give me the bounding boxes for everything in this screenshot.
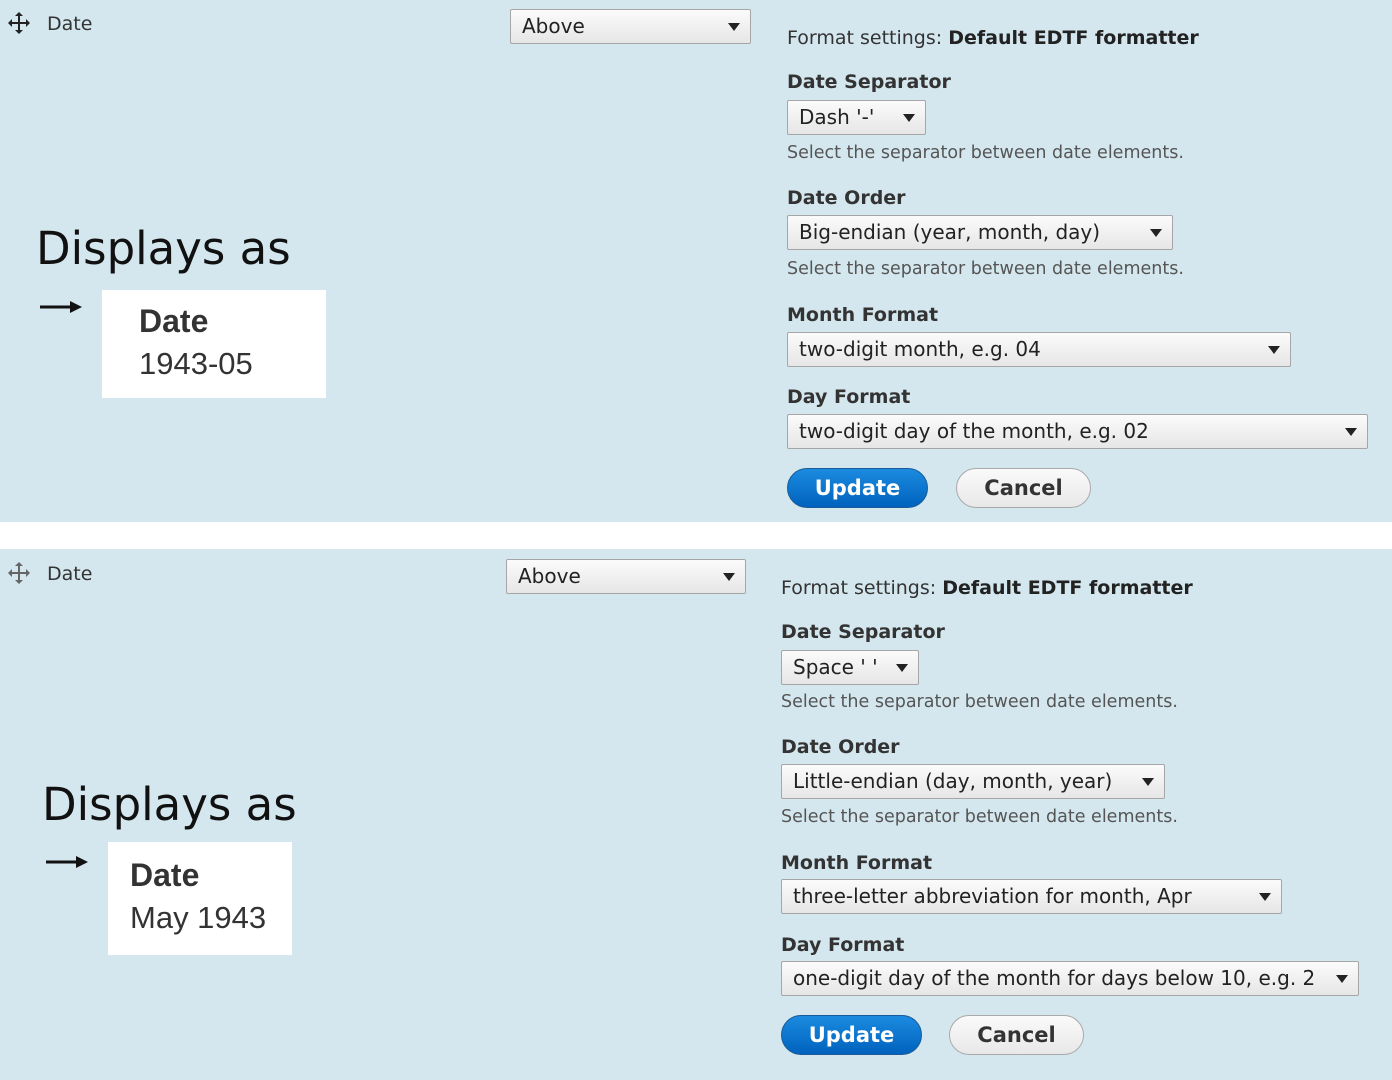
month-format-value: three-letter abbreviation for month, Apr xyxy=(793,884,1192,908)
update-button[interactable]: Update xyxy=(787,468,928,508)
month-format-select[interactable]: three-letter abbreviation for month, Apr xyxy=(781,879,1282,914)
date-order-value: Little-endian (day, month, year) xyxy=(793,769,1113,793)
cancel-button[interactable]: Cancel xyxy=(949,1015,1084,1055)
date-separator-value: Space ' ' xyxy=(793,655,878,679)
month-format-label: Month Format xyxy=(787,304,939,326)
day-format-select[interactable]: two-digit day of the month, e.g. 02 xyxy=(787,414,1368,449)
display-preview: Date 1943-05 xyxy=(102,290,326,398)
update-button[interactable]: Update xyxy=(781,1015,922,1055)
date-order-description: Select the separator between date elemen… xyxy=(781,807,1178,827)
date-separator-select[interactable]: Dash '-' xyxy=(787,100,926,135)
formatter-name: Default EDTF formatter xyxy=(942,577,1193,599)
format-settings-summary: Format settings: Default EDTF formatter xyxy=(781,577,1193,599)
date-separator-label: Date Separator xyxy=(787,71,951,93)
label-display-value: Above xyxy=(522,14,585,38)
format-settings-summary: Format settings: Default EDTF formatter xyxy=(787,27,1199,49)
field-row-1: Date Above Format settings: Default EDTF… xyxy=(0,0,1392,522)
label-display-select[interactable]: Above xyxy=(506,559,746,594)
caret-down-icon xyxy=(1150,229,1162,237)
formatter-name: Default EDTF formatter xyxy=(948,27,1199,49)
date-separator-value: Dash '-' xyxy=(799,105,875,129)
date-order-label: Date Order xyxy=(787,187,906,209)
field-label: Date xyxy=(47,13,93,35)
date-separator-label: Date Separator xyxy=(781,621,945,643)
format-settings-prefix: Format settings: xyxy=(787,27,943,49)
preview-label: Date xyxy=(130,857,200,893)
label-display-select[interactable]: Above xyxy=(510,9,751,44)
month-format-value: two-digit month, e.g. 04 xyxy=(799,337,1041,361)
caret-down-icon xyxy=(1142,778,1154,786)
caret-down-icon xyxy=(728,23,740,31)
caret-down-icon xyxy=(896,664,908,672)
preview-value: May 1943 xyxy=(130,900,267,935)
date-separator-select[interactable]: Space ' ' xyxy=(781,650,919,685)
display-preview: Date May 1943 xyxy=(108,842,292,955)
day-format-label: Day Format xyxy=(787,386,911,408)
cancel-button[interactable]: Cancel xyxy=(956,468,1091,508)
date-order-select[interactable]: Little-endian (day, month, year) xyxy=(781,764,1165,799)
caret-down-icon xyxy=(1345,428,1357,436)
caret-down-icon xyxy=(903,114,915,122)
date-separator-description: Select the separator between date elemen… xyxy=(781,692,1178,712)
arrow-right-icon xyxy=(40,301,82,313)
field-row-2: Date Above Format settings: Default EDTF… xyxy=(0,549,1392,1080)
preview-value: 1943-05 xyxy=(139,346,253,381)
caret-down-icon xyxy=(1336,975,1348,983)
date-order-label: Date Order xyxy=(781,736,900,758)
caret-down-icon xyxy=(723,573,735,581)
field-label: Date xyxy=(47,563,93,585)
date-order-value: Big-endian (year, month, day) xyxy=(799,220,1101,244)
caret-down-icon xyxy=(1259,893,1271,901)
displays-as-annotation: Displays as xyxy=(36,222,291,275)
date-order-description: Select the separator between date elemen… xyxy=(787,259,1184,279)
displays-as-annotation: Displays as xyxy=(42,778,297,831)
arrow-right-icon xyxy=(46,856,88,868)
day-format-label: Day Format xyxy=(781,934,905,956)
label-display-value: Above xyxy=(518,564,581,588)
month-format-select[interactable]: two-digit month, e.g. 04 xyxy=(787,332,1291,367)
day-format-value: two-digit day of the month, e.g. 02 xyxy=(799,419,1149,443)
move-cross-icon[interactable] xyxy=(7,11,31,35)
caret-down-icon xyxy=(1268,346,1280,354)
preview-label: Date xyxy=(139,303,209,339)
date-order-select[interactable]: Big-endian (year, month, day) xyxy=(787,215,1173,250)
format-settings-prefix: Format settings: xyxy=(781,577,937,599)
move-cross-icon[interactable] xyxy=(7,561,31,585)
month-format-label: Month Format xyxy=(781,852,933,874)
day-format-value: one-digit day of the month for days belo… xyxy=(793,966,1316,990)
day-format-select[interactable]: one-digit day of the month for days belo… xyxy=(781,961,1359,996)
date-separator-description: Select the separator between date elemen… xyxy=(787,143,1184,163)
